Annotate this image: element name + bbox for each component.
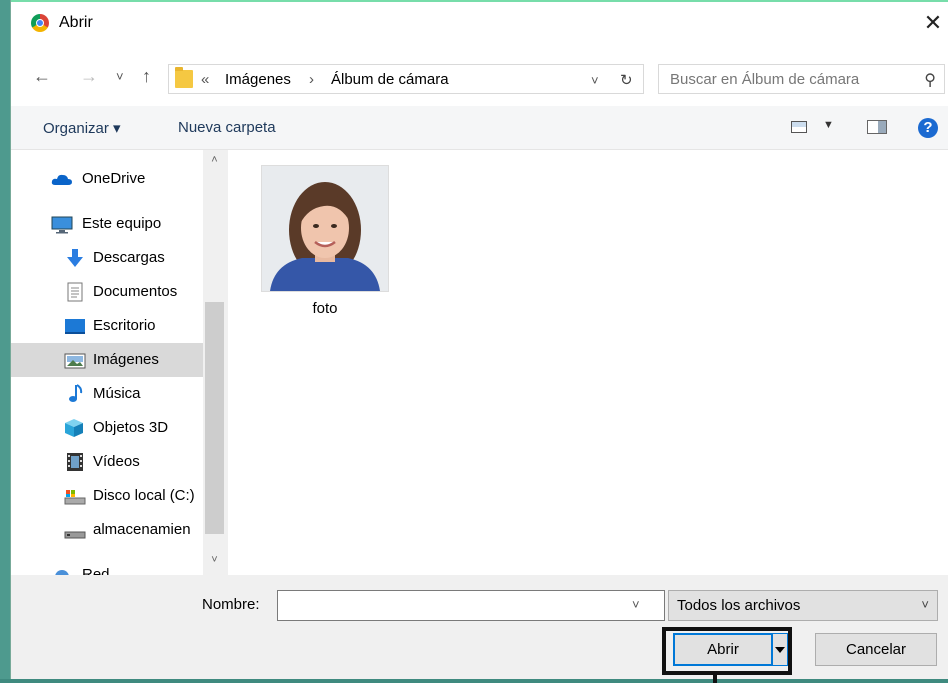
sidebar-item-label: Descargas [93,249,165,266]
sidebar-item-label: Imágenes [93,351,159,368]
cloud-icon [51,174,72,185]
file-list-area: foto [228,150,948,575]
storage-icon [64,531,86,539]
computer-icon [51,216,73,234]
dialog-title: Abrir [59,14,93,31]
sidebar-item-label: Escritorio [93,317,156,334]
file-name-label: Nombre: [202,596,260,613]
address-dropdown-icon[interactable]: ˅ [591,73,599,88]
background-window-edge [0,0,10,679]
sidebar-item-label: almacenamien [93,521,191,538]
new-folder-button[interactable]: Nueva carpeta [178,119,276,136]
search-icon[interactable]: ⚲ [924,70,936,90]
sidebar-item-label: Red [82,566,110,575]
video-icon [67,453,83,471]
open-options-dropdown-icon[interactable] [773,633,788,666]
up-arrow-icon[interactable]: ↑ [142,66,151,87]
sidebar-item-documentos[interactable]: Documentos [11,275,203,309]
sidebar-item-label: Disco local (C:) [93,487,195,504]
navigation-pane: OneDrive Este equipo Descargas Documento… [11,150,226,575]
file-name-foto[interactable]: foto [261,300,389,317]
sidebar-item-disco-local[interactable]: Disco local (C:) [11,479,203,513]
sidebar-item-label: Este equipo [82,215,162,232]
folder-icon [175,67,193,88]
sidebar-item-label: Documentos [93,283,178,300]
cube-icon [65,419,83,437]
preview-pane-icon[interactable] [867,120,887,134]
desktop-icon [65,319,85,334]
sidebar-item-label: Objetos 3D [93,419,169,436]
drive-icon [64,490,86,505]
scrollbar-thumb[interactable] [205,302,224,534]
title-bar: Abrir ✕ [11,0,948,44]
file-thumbnail-foto[interactable] [261,165,389,292]
breadcrumb-album-de-camara[interactable]: Álbum de cámara [331,71,449,88]
search-input[interactable]: Buscar en Álbum de cámara [670,71,859,88]
dialog-footer: Nombre: ˅ Todos los archivos ˅ Abrir Can… [11,575,948,683]
sidebar-item-descargas[interactable]: Descargas [11,241,203,275]
forward-arrow-icon[interactable]: → [80,66,98,87]
sidebar-item-musica[interactable]: Música [11,377,203,411]
file-type-select[interactable]: Todos los archivos ˅ [668,590,938,621]
breadcrumb-overflow-icon[interactable]: « [201,71,209,88]
address-bar[interactable]: « Imágenes › Álbum de cámara ˅ ↻ [168,64,644,94]
music-icon [69,384,83,402]
sidebar-item-red[interactable]: Red [11,558,203,575]
sidebar-scrollbar[interactable]: ˄ ˅ [203,150,226,575]
file-name-dropdown-icon[interactable]: ˅ [632,597,640,612]
scroll-up-icon[interactable]: ˄ [203,154,226,166]
breadcrumb-imagenes[interactable]: Imágenes [225,71,291,88]
refresh-icon[interactable]: ↻ [620,71,633,89]
portrait-photo-image [262,166,388,291]
sidebar-item-este-equipo[interactable]: Este equipo [11,207,203,241]
navigation-bar: ← → ˅ ↑ « Imágenes › Álbum de cámara ˅ ↻… [11,44,948,106]
sidebar-item-onedrive[interactable]: OneDrive [11,162,203,196]
change-view-icon[interactable] [791,121,807,133]
network-icon [55,570,69,575]
cancel-button[interactable]: Cancelar [815,633,937,666]
sidebar-item-label: OneDrive [82,170,146,187]
sidebar-item-videos[interactable]: Vídeos [11,445,203,479]
organize-menu-button[interactable]: Organizar ▾ [43,119,121,137]
sidebar-item-imagenes[interactable]: Imágenes [11,343,203,377]
open-file-dialog: Abrir ✕ ← → ˅ ↑ « Imágenes › Álbum de cá… [10,0,948,683]
sidebar-item-almacenamiento[interactable]: almacenamien [11,513,203,547]
file-name-input[interactable] [277,590,665,621]
search-box[interactable]: Buscar en Álbum de cámara ⚲ [658,64,945,94]
back-arrow-icon[interactable]: ← [33,66,51,87]
sidebar-item-label: Vídeos [93,453,140,470]
sidebar-item-label: Música [93,385,141,402]
chrome-icon [31,14,49,32]
file-type-value: Todos los archivos [677,597,801,614]
sidebar-item-escritorio[interactable]: Escritorio [11,309,203,343]
recent-locations-chevron-icon[interactable]: ˅ [116,69,124,84]
open-button[interactable]: Abrir [673,633,773,666]
breadcrumb-separator-icon[interactable]: › [309,71,314,88]
sidebar-item-objetos-3d[interactable]: Objetos 3D [11,411,203,445]
download-icon [67,249,83,267]
chevron-down-icon: ˅ [921,597,929,612]
pictures-icon [64,353,86,369]
close-icon[interactable]: ✕ [918,8,948,38]
help-icon[interactable]: ? [918,118,938,138]
view-options-caret-icon[interactable]: ▼ [823,119,834,131]
command-bar: Organizar ▾ Nueva carpeta ▼ ? [11,106,948,150]
document-icon [67,282,83,302]
scroll-down-icon[interactable]: ˅ [203,554,226,566]
annotation-pointer [713,675,717,683]
